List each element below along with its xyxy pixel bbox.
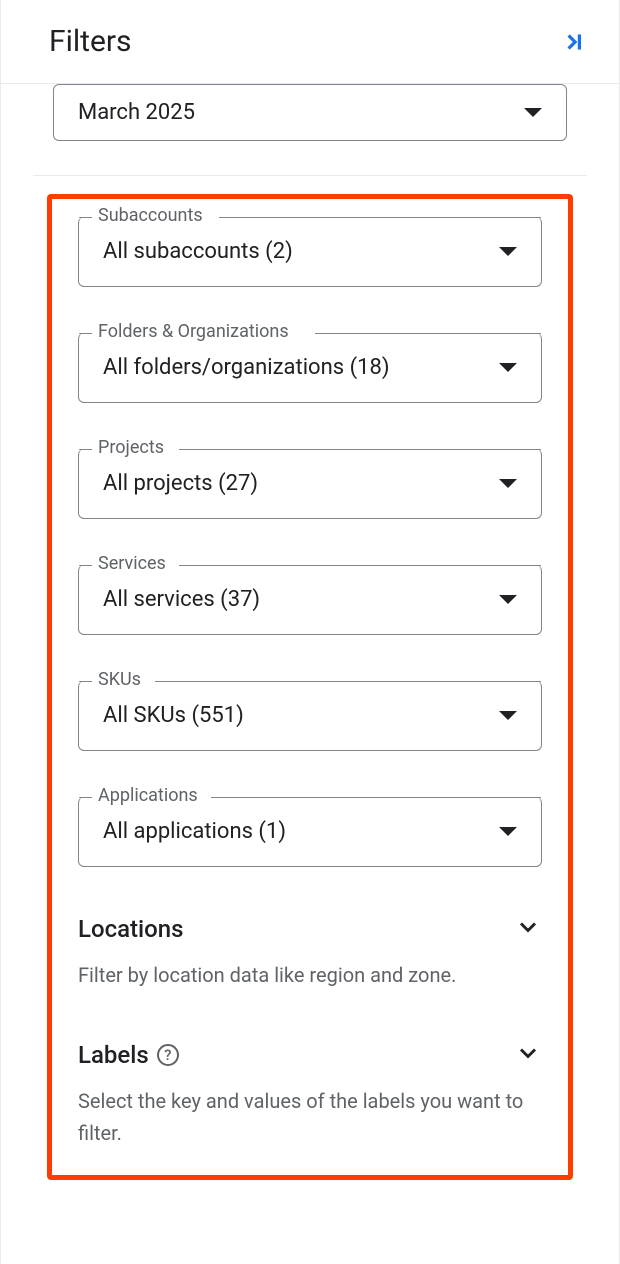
labels-section: Labels ? Select the key and values of th…: [78, 1039, 542, 1149]
skus-field: SKUs All SKUs (551): [78, 681, 542, 751]
panel-header: Filters: [1, 0, 619, 84]
applications-dropdown[interactable]: All applications (1): [78, 797, 542, 867]
services-dropdown[interactable]: All services (37): [78, 565, 542, 635]
chevron-down-icon: [499, 595, 517, 604]
chevron-down-icon: [499, 479, 517, 488]
folders-value: All folders/organizations (18): [103, 355, 389, 380]
labels-title: Labels ?: [78, 1041, 179, 1069]
chevron-down-icon: [524, 108, 542, 117]
locations-title: Locations: [78, 915, 183, 943]
folders-field: Folders & Organizations All folders/orga…: [78, 333, 542, 403]
subaccounts-dropdown[interactable]: All subaccounts (2): [78, 217, 542, 287]
subaccounts-field: Subaccounts All subaccounts (2): [78, 217, 542, 287]
chevron-down-icon: [514, 1039, 542, 1071]
highlighted-filters: Subaccounts All subaccounts (2) Folders …: [47, 194, 573, 1180]
date-dropdown[interactable]: March 2025: [53, 84, 567, 141]
projects-dropdown[interactable]: All projects (27): [78, 449, 542, 519]
chevron-down-icon: [499, 247, 517, 256]
applications-field: Applications All applications (1): [78, 797, 542, 867]
projects-value: All projects (27): [103, 471, 258, 496]
skus-value: All SKUs (551): [103, 703, 244, 728]
labels-title-text: Labels: [78, 1041, 149, 1069]
help-icon[interactable]: ?: [157, 1044, 179, 1066]
chevron-down-icon: [514, 913, 542, 945]
collapse-panel-icon[interactable]: [561, 29, 587, 55]
panel-title: Filters: [49, 24, 132, 59]
locations-header[interactable]: Locations: [78, 913, 542, 945]
projects-field: Projects All projects (27): [78, 449, 542, 519]
services-legend: Services: [92, 553, 172, 574]
subaccounts-legend: Subaccounts: [92, 205, 209, 226]
applications-legend: Applications: [92, 785, 204, 806]
projects-legend: Projects: [92, 437, 170, 458]
date-filter-section: March 2025: [33, 84, 587, 176]
folders-dropdown[interactable]: All folders/organizations (18): [78, 333, 542, 403]
filters-panel: Filters March 2025 Subaccounts All subac…: [0, 0, 620, 1264]
labels-header[interactable]: Labels ?: [78, 1039, 542, 1071]
panel-content: March 2025 Subaccounts All subaccounts (…: [1, 84, 619, 1180]
applications-value: All applications (1): [103, 819, 286, 844]
folders-legend: Folders & Organizations: [92, 321, 295, 342]
subaccounts-value: All subaccounts (2): [103, 239, 293, 264]
services-field: Services All services (37): [78, 565, 542, 635]
chevron-down-icon: [499, 711, 517, 720]
locations-description: Filter by location data like region and …: [78, 959, 542, 991]
skus-legend: SKUs: [92, 669, 147, 690]
locations-section: Locations Filter by location data like r…: [78, 913, 542, 991]
chevron-down-icon: [499, 827, 517, 836]
skus-dropdown[interactable]: All SKUs (551): [78, 681, 542, 751]
services-value: All services (37): [103, 587, 260, 612]
chevron-down-icon: [499, 363, 517, 372]
labels-description: Select the key and values of the labels …: [78, 1085, 542, 1149]
date-value: March 2025: [78, 100, 195, 125]
